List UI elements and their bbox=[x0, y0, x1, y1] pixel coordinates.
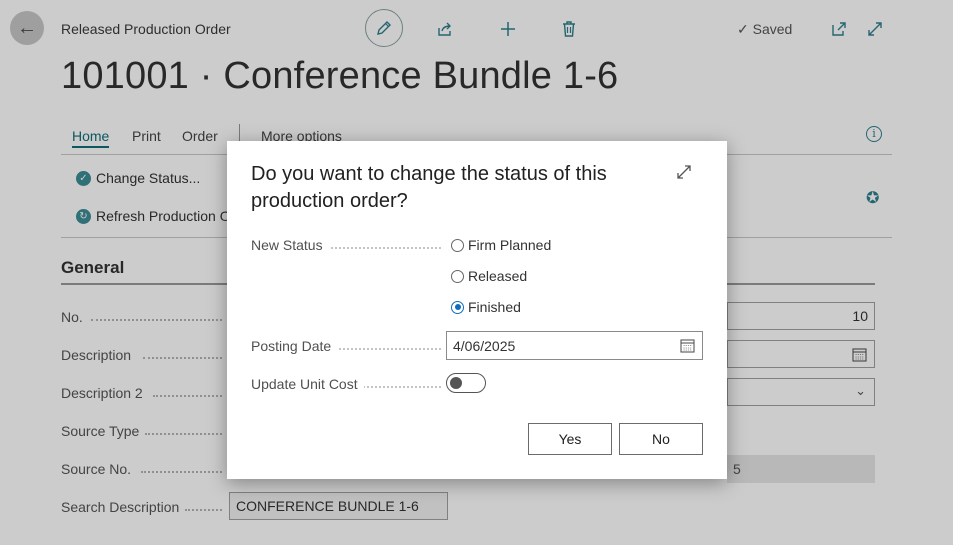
radio-label-firm-planned: Firm Planned bbox=[468, 237, 552, 253]
posting-date-label-row: Posting Date bbox=[251, 338, 441, 354]
no-button[interactable]: No bbox=[619, 423, 703, 455]
radio-button[interactable] bbox=[451, 269, 464, 283]
change-status-dialog: Do you want to change the status of this… bbox=[227, 141, 727, 479]
radio-label-released: Released bbox=[468, 268, 528, 284]
radio-button-selected[interactable] bbox=[451, 300, 464, 314]
radio-finished[interactable]: Finished bbox=[451, 299, 521, 315]
dialog-title: Do you want to change the status of this… bbox=[251, 163, 607, 212]
new-status-label-row: New Status bbox=[251, 237, 441, 253]
radio-released[interactable]: Released bbox=[451, 268, 527, 284]
update-unit-cost-label-row: Update Unit Cost bbox=[251, 376, 441, 392]
radio-label-finished: Finished bbox=[468, 299, 521, 315]
radio-button[interactable] bbox=[451, 238, 464, 252]
update-unit-cost-toggle[interactable] bbox=[446, 373, 486, 393]
toggle-knob bbox=[450, 377, 462, 389]
update-unit-cost-label: Update Unit Cost bbox=[251, 376, 364, 392]
posting-date-input[interactable]: 4/06/2025 bbox=[446, 331, 703, 360]
calendar-icon[interactable] bbox=[680, 338, 695, 353]
posting-date-label: Posting Date bbox=[251, 338, 338, 354]
yes-button[interactable]: Yes bbox=[528, 423, 612, 455]
posting-date-value: 4/06/2025 bbox=[453, 338, 516, 354]
radio-firm-planned[interactable]: Firm Planned bbox=[451, 237, 551, 253]
dialog-expand-button[interactable] bbox=[675, 163, 695, 183]
expand-icon bbox=[677, 165, 691, 179]
new-status-label: New Status bbox=[251, 237, 329, 253]
